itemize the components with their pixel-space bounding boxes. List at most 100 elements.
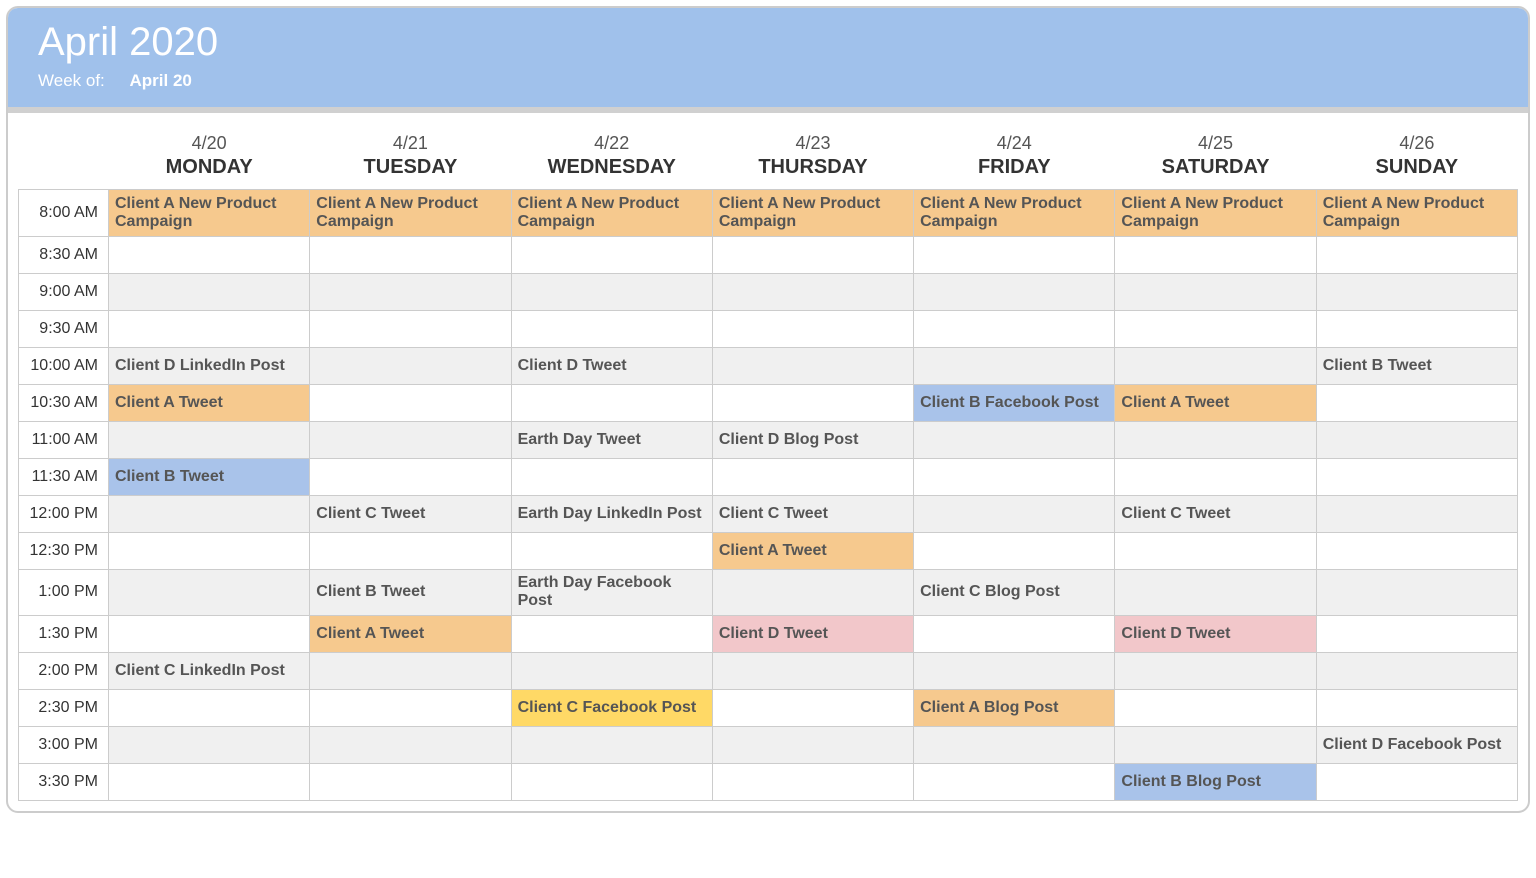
calendar-cell[interactable]	[914, 726, 1115, 763]
calendar-cell[interactable]	[712, 726, 913, 763]
calendar-cell[interactable]	[712, 763, 913, 800]
calendar-cell[interactable]	[712, 459, 913, 496]
calendar-cell[interactable]: Client A Blog Post	[914, 689, 1115, 726]
calendar-cell[interactable]	[712, 570, 913, 616]
event[interactable]: Client D Blog Post	[713, 427, 913, 453]
calendar-cell[interactable]: Client A New Product Campaign	[511, 190, 712, 237]
event[interactable]: Client C Tweet	[713, 501, 913, 527]
calendar-cell[interactable]: Client A New Product Campaign	[1115, 190, 1316, 237]
calendar-cell[interactable]	[1115, 348, 1316, 385]
calendar-cell[interactable]	[712, 274, 913, 311]
calendar-cell[interactable]	[511, 274, 712, 311]
calendar-cell[interactable]: Client A Tweet	[1115, 385, 1316, 422]
calendar-cell[interactable]	[310, 348, 511, 385]
calendar-cell[interactable]: Client B Tweet	[109, 459, 310, 496]
calendar-cell[interactable]	[511, 459, 712, 496]
calendar-cell[interactable]	[712, 689, 913, 726]
event[interactable]: Client B Blog Post	[1115, 769, 1315, 795]
calendar-cell[interactable]	[310, 726, 511, 763]
calendar-cell[interactable]	[109, 763, 310, 800]
calendar-cell[interactable]	[914, 237, 1115, 274]
calendar-cell[interactable]	[1115, 652, 1316, 689]
event[interactable]: Client B Tweet	[1317, 353, 1517, 379]
calendar-cell[interactable]	[1316, 533, 1517, 570]
calendar-cell[interactable]	[511, 652, 712, 689]
calendar-cell[interactable]	[712, 652, 913, 689]
calendar-cell[interactable]	[712, 348, 913, 385]
calendar-cell[interactable]	[1316, 689, 1517, 726]
calendar-cell[interactable]: Client D Blog Post	[712, 422, 913, 459]
calendar-cell[interactable]: Earth Day Facebook Post	[511, 570, 712, 616]
calendar-cell[interactable]: Client C Tweet	[1115, 496, 1316, 533]
calendar-cell[interactable]	[310, 237, 511, 274]
calendar-cell[interactable]: Client D LinkedIn Post	[109, 348, 310, 385]
calendar-cell[interactable]: Client A New Product Campaign	[712, 190, 913, 237]
event[interactable]: Client A New Product Campaign	[512, 191, 712, 236]
calendar-cell[interactable]	[310, 459, 511, 496]
calendar-cell[interactable]	[511, 726, 712, 763]
event[interactable]: Client B Facebook Post	[914, 390, 1114, 416]
calendar-cell[interactable]	[1115, 422, 1316, 459]
calendar-cell[interactable]	[310, 689, 511, 726]
calendar-cell[interactable]	[914, 615, 1115, 652]
calendar-cell[interactable]: Client A Tweet	[310, 615, 511, 652]
calendar-cell[interactable]	[712, 311, 913, 348]
calendar-cell[interactable]	[914, 496, 1115, 533]
calendar-cell[interactable]	[1115, 570, 1316, 616]
event[interactable]: Earth Day Facebook Post	[512, 570, 712, 615]
calendar-cell[interactable]: Client A New Product Campaign	[914, 190, 1115, 237]
event[interactable]: Client D Tweet	[512, 353, 712, 379]
calendar-cell[interactable]	[310, 763, 511, 800]
calendar-cell[interactable]	[511, 533, 712, 570]
calendar-cell[interactable]	[1115, 459, 1316, 496]
calendar-cell[interactable]	[310, 385, 511, 422]
event[interactable]: Client A New Product Campaign	[713, 191, 913, 236]
calendar-cell[interactable]	[109, 237, 310, 274]
calendar-cell[interactable]: Client C Tweet	[310, 496, 511, 533]
calendar-cell[interactable]	[914, 652, 1115, 689]
calendar-cell[interactable]	[1115, 274, 1316, 311]
calendar-cell[interactable]	[1316, 422, 1517, 459]
calendar-cell[interactable]	[1316, 311, 1517, 348]
calendar-cell[interactable]	[310, 533, 511, 570]
calendar-cell[interactable]	[712, 237, 913, 274]
calendar-cell[interactable]: Client B Tweet	[1316, 348, 1517, 385]
calendar-cell[interactable]	[1316, 385, 1517, 422]
calendar-cell[interactable]: Client A Tweet	[109, 385, 310, 422]
calendar-cell[interactable]: Client C Facebook Post	[511, 689, 712, 726]
event[interactable]: Client C Blog Post	[914, 579, 1114, 605]
calendar-cell[interactable]	[1115, 237, 1316, 274]
calendar-cell[interactable]: Client A New Product Campaign	[310, 190, 511, 237]
calendar-cell[interactable]: Client D Tweet	[511, 348, 712, 385]
calendar-cell[interactable]: Client A Tweet	[712, 533, 913, 570]
event[interactable]: Client A Tweet	[1115, 390, 1315, 416]
calendar-cell[interactable]	[109, 311, 310, 348]
calendar-cell[interactable]: Client B Facebook Post	[914, 385, 1115, 422]
calendar-cell[interactable]	[1316, 652, 1517, 689]
calendar-cell[interactable]: Client A New Product Campaign	[1316, 190, 1517, 237]
calendar-cell[interactable]	[109, 689, 310, 726]
event[interactable]: Client D Facebook Post	[1317, 732, 1517, 758]
calendar-cell[interactable]	[1316, 615, 1517, 652]
calendar-cell[interactable]	[310, 422, 511, 459]
calendar-cell[interactable]	[1115, 311, 1316, 348]
calendar-cell[interactable]	[511, 311, 712, 348]
event[interactable]: Client A New Product Campaign	[1317, 191, 1517, 236]
event[interactable]: Client C LinkedIn Post	[109, 658, 309, 684]
calendar-cell[interactable]	[914, 422, 1115, 459]
calendar-cell[interactable]	[712, 385, 913, 422]
calendar-cell[interactable]	[1115, 726, 1316, 763]
event[interactable]: Client D LinkedIn Post	[109, 353, 309, 379]
calendar-cell[interactable]	[310, 274, 511, 311]
calendar-cell[interactable]: Client D Tweet	[712, 615, 913, 652]
calendar-cell[interactable]	[1316, 763, 1517, 800]
calendar-cell[interactable]	[914, 311, 1115, 348]
event[interactable]: Client A Tweet	[713, 538, 913, 564]
event[interactable]: Client D Tweet	[1115, 621, 1315, 647]
calendar-cell[interactable]	[511, 237, 712, 274]
calendar-cell[interactable]: Earth Day Tweet	[511, 422, 712, 459]
calendar-cell[interactable]	[1316, 237, 1517, 274]
event[interactable]: Client C Tweet	[310, 501, 510, 527]
event[interactable]: Client B Tweet	[310, 579, 510, 605]
event[interactable]: Client C Tweet	[1115, 501, 1315, 527]
